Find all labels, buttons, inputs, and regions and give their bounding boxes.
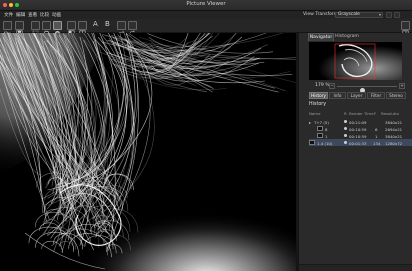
history-row-resolution: 2694x21 (385, 126, 403, 132)
render-thumbnail (317, 133, 323, 138)
history-row-frame: 134 (373, 140, 381, 146)
history-col-f[interactable]: F (374, 111, 376, 116)
render-status-dot (344, 127, 347, 130)
zoom-out-button[interactable]: − (329, 83, 335, 89)
zoom-control: 179 % − + (299, 82, 412, 93)
render-status-dot (344, 134, 347, 137)
history-row[interactable]: 1 00:10:59 1 3840x21 (309, 132, 412, 139)
region-render-button[interactable] (31, 21, 40, 37)
history-row-name: 1.4 (10) (317, 140, 333, 146)
render-canvas[interactable] (0, 33, 296, 271)
history-row-time: 00:10:59 (349, 126, 367, 132)
picture-viewer-window: Picture Viewer 文件 编辑 查看 比较 动画 View Trans… (0, 0, 412, 271)
history-row-time: 00:21:09 (349, 119, 367, 125)
right-panel: Navigator Histogram 179 % − + History In… (299, 33, 412, 271)
history-row-time: 00:10:59 (349, 133, 367, 139)
menu-edit[interactable]: 编辑 (16, 12, 25, 18)
history-row-name: 1 (325, 133, 328, 139)
zoom-in-button[interactable]: + (399, 83, 405, 89)
channel-rgb-button[interactable] (42, 21, 51, 37)
open-file-button[interactable] (3, 21, 12, 37)
tab-stereo[interactable]: Stereo (386, 92, 406, 99)
render-thumbnail (317, 126, 323, 131)
tab-layer[interactable]: Layer (347, 92, 366, 99)
history-row-resolution: 3840x21 (385, 133, 403, 139)
history-row-frame: 1 (375, 133, 378, 139)
view-transform-select[interactable]: Grayscale ▾ (335, 11, 383, 18)
tab-filter[interactable]: Filter (367, 92, 385, 99)
history-col-r[interactable]: R (344, 111, 347, 116)
title-bar: Picture Viewer (0, 0, 412, 11)
view-options-button[interactable] (386, 11, 392, 18)
panel-toggle-button[interactable] (401, 21, 410, 37)
view-transform-value: Grayscale (338, 11, 360, 17)
history-row[interactable]: ▸ T+7 (5) 00:21:09 3840x21 (309, 118, 412, 125)
tab-info[interactable]: Info (329, 92, 346, 99)
history-row-name: 8 (325, 126, 328, 132)
history-row[interactable]: 8 00:10:59 6 2694x21 (309, 125, 412, 132)
history-row-resolution: 3840x21 (385, 119, 403, 125)
compare-a-button[interactable]: A (93, 20, 98, 28)
menu-file[interactable]: 文件 (4, 12, 13, 18)
swap-ab-button[interactable] (117, 21, 126, 37)
navigator-preview-image (309, 42, 402, 80)
tab-histogram[interactable]: Histogram (334, 33, 360, 41)
grid-button[interactable] (78, 21, 87, 37)
render-thumbnail (309, 140, 315, 145)
zoom-slider-track[interactable] (337, 86, 397, 93)
compare-b-button[interactable]: B (105, 20, 110, 28)
save-button[interactable] (15, 21, 24, 37)
menu-compare[interactable]: 比较 (40, 12, 49, 18)
history-row-selected[interactable]: 1.4 (10) 00:01:33 134 1280x72 (309, 139, 412, 146)
link-ab-button[interactable] (128, 21, 137, 37)
view-lock-button[interactable] (394, 11, 400, 18)
history-col-name[interactable]: Name (309, 111, 320, 116)
channel-alpha-button[interactable] (53, 21, 62, 36)
history-row-time: 00:01:33 (349, 140, 367, 146)
tree-toggle-icon[interactable]: ▸ (309, 120, 311, 125)
tab-history[interactable]: History (309, 92, 328, 99)
render-status-dot (344, 141, 347, 144)
history-col-resolution[interactable]: Resolutio (381, 111, 399, 116)
history-title: History (309, 102, 327, 107)
chevron-down-icon: ▾ (378, 11, 381, 17)
render-status-dot (344, 120, 347, 123)
navigator-thumbnail[interactable] (309, 42, 402, 80)
window-title: Picture Viewer (186, 1, 226, 7)
panel-footer (299, 264, 412, 271)
history-row-name: T+7 (5) (314, 119, 329, 125)
tab-navigator[interactable]: Navigator (308, 33, 334, 41)
rendered-image (0, 33, 296, 271)
menu-view[interactable]: 查看 (28, 12, 37, 18)
menu-bar: 文件 编辑 查看 比较 动画 View Transform: Grayscale… (0, 11, 412, 19)
menu-animation[interactable]: 动画 (52, 12, 61, 18)
toolbar: A B (0, 19, 412, 37)
history-row-resolution: 1280x72 (385, 140, 403, 146)
compare-button[interactable] (67, 21, 76, 37)
zoom-value: 179 % (315, 83, 330, 88)
history-col-render-time[interactable]: Render Time (349, 111, 374, 116)
history-row-frame: 6 (375, 126, 378, 132)
